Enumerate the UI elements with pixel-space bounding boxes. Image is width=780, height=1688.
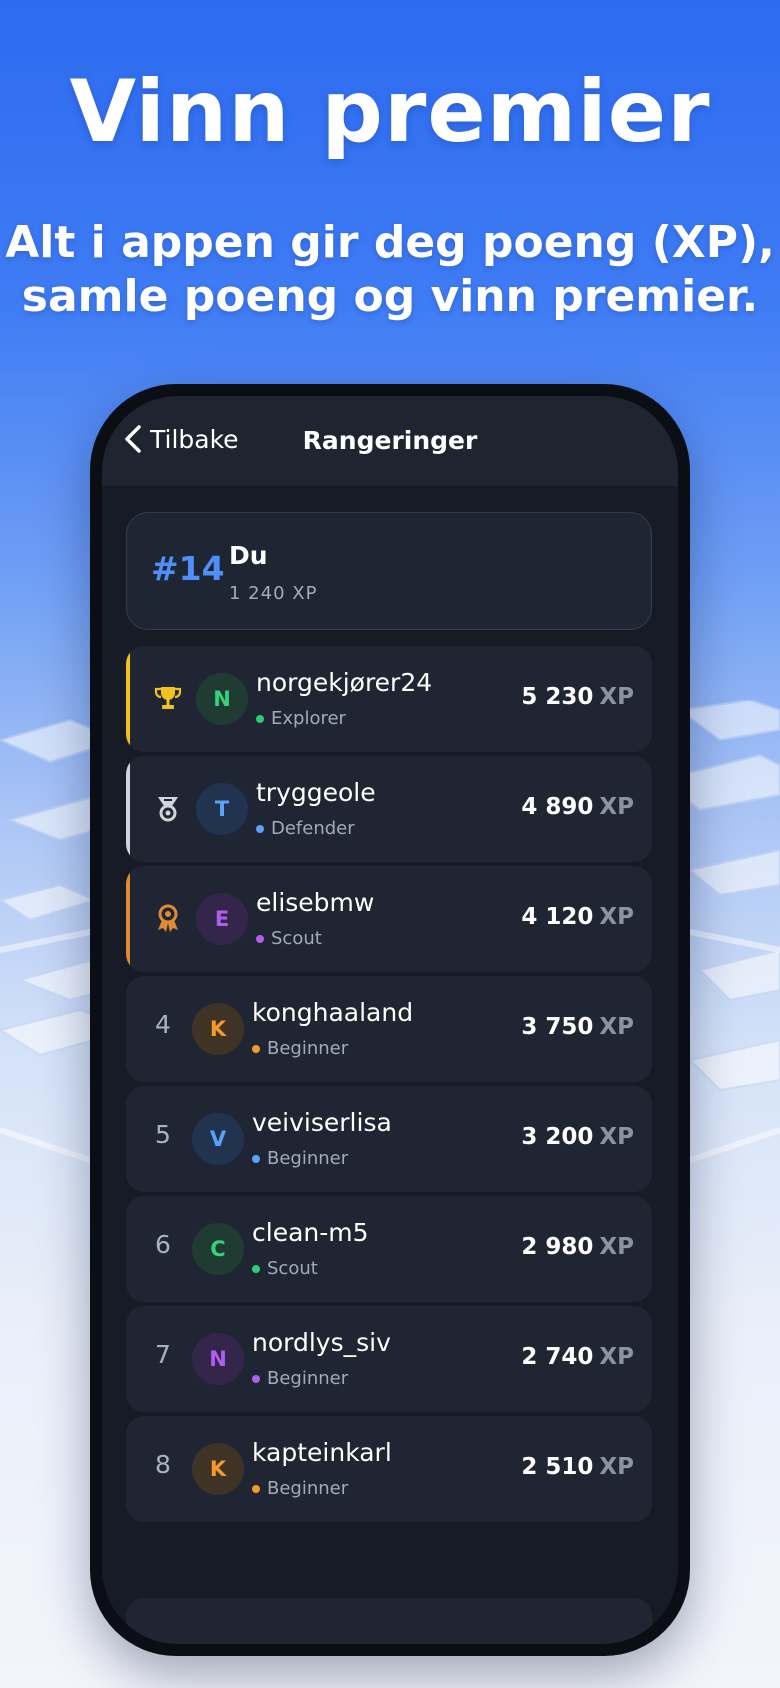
rank-number: 6 <box>155 1230 171 1259</box>
phone-frame: Tilbake Rangeringer #14 Du 1 240 XP Nnor… <box>90 384 690 1656</box>
xp-value: 3 200 <box>521 1124 594 1150</box>
rank-accent-bar <box>126 756 130 862</box>
xp-unit: XP <box>599 1344 634 1370</box>
avatar: K <box>192 1443 244 1495</box>
rank-number: 8 <box>155 1450 171 1479</box>
rank-number: 4 <box>155 1010 171 1039</box>
leaderboard-row[interactable]: 4 Kkonghaaland Beginner 3 750 XP <box>126 976 652 1082</box>
xp-value: 2 510 <box>521 1454 594 1480</box>
xp-score: 2 740 XP <box>521 1344 634 1370</box>
tier-dot-icon <box>252 1044 260 1053</box>
username: elisebmw <box>256 888 375 917</box>
tier-text: Defender <box>271 818 355 839</box>
xp-score: 3 200 XP <box>521 1124 634 1150</box>
tier-dot-icon <box>256 934 264 943</box>
tier-dot-icon <box>252 1154 260 1163</box>
xp-score: 4 120 XP <box>521 904 634 930</box>
leaderboard-row[interactable]: Nnorgekjører24 Explorer 5 230 XP <box>126 646 652 752</box>
hero-title: Vinn premier <box>69 62 711 162</box>
hero-subtitle-line-2: samle poeng og vinn premier. <box>21 271 759 322</box>
leaderboard-row-partial[interactable] <box>126 1598 652 1644</box>
username: nordlys_siv <box>252 1328 391 1357</box>
xp-value: 4 120 <box>521 904 594 930</box>
rank-accent-bar <box>126 646 130 752</box>
xp-unit: XP <box>599 904 634 930</box>
tier-text: Beginner <box>267 1478 349 1499</box>
leaderboard-row[interactable]: 5 Vveiviserlisa Beginner 3 200 XP <box>126 1086 652 1192</box>
xp-value: 5 230 <box>521 684 594 710</box>
leaderboard-row[interactable]: Ttryggeole Defender 4 890 XP <box>126 756 652 862</box>
page-title: Rangeringer <box>302 426 478 455</box>
silver-medal-icon <box>152 792 184 824</box>
leaderboard-row[interactable]: 7 Nnordlys_siv Beginner 2 740 XP <box>126 1306 652 1412</box>
rank-number: 7 <box>155 1340 171 1369</box>
tier-text: Scout <box>271 928 322 949</box>
phone-screen: Tilbake Rangeringer #14 Du 1 240 XP Nnor… <box>102 396 678 1644</box>
leaderboard-row[interactable]: 6 Cclean-m5 Scout 2 980 XP <box>126 1196 652 1302</box>
tier-label: Beginner <box>252 1038 348 1059</box>
avatar: C <box>192 1223 244 1275</box>
username: norgekjører24 <box>256 668 433 697</box>
xp-score: 4 890 XP <box>521 794 634 820</box>
rank-number: 5 <box>155 1120 171 1149</box>
tier-dot-icon <box>252 1484 260 1493</box>
tier-dot-icon <box>256 824 264 833</box>
xp-unit: XP <box>599 1014 634 1040</box>
xp-value: 2 980 <box>521 1234 594 1260</box>
my-rank-card[interactable]: #14 Du 1 240 XP <box>126 512 652 630</box>
tier-text: Beginner <box>267 1148 349 1169</box>
leaderboard-row[interactable]: Eelisebmw Scout 4 120 XP <box>126 866 652 972</box>
bronze-medal-icon <box>152 902 184 934</box>
xp-score: 2 510 XP <box>521 1454 634 1480</box>
xp-unit: XP <box>599 1124 634 1150</box>
hero-subtitle-line-1: Alt i appen gir deg poeng (XP), <box>5 217 775 268</box>
my-rank: #14 <box>151 549 225 588</box>
my-name: Du <box>229 541 268 570</box>
username: clean-m5 <box>252 1218 369 1247</box>
avatar: E <box>196 893 248 945</box>
tier-dot-icon <box>256 714 264 723</box>
xp-value: 4 890 <box>521 794 594 820</box>
leaderboard-row[interactable]: 8 Kkapteinkarl Beginner 2 510 XP <box>126 1416 652 1522</box>
rank-accent-bar <box>126 866 130 972</box>
xp-unit: XP <box>599 1454 634 1480</box>
navigation-bar: Tilbake Rangeringer <box>102 396 678 486</box>
xp-score: 3 750 XP <box>521 1014 634 1040</box>
xp-value: 2 740 <box>521 1344 594 1370</box>
avatar: V <box>192 1113 244 1165</box>
username: kapteinkarl <box>252 1438 392 1467</box>
tier-text: Explorer <box>271 708 346 729</box>
xp-score: 5 230 XP <box>521 684 634 710</box>
avatar: T <box>196 783 248 835</box>
avatar: K <box>192 1003 244 1055</box>
tier-label: Beginner <box>252 1478 348 1499</box>
my-xp: 1 240 XP <box>229 583 318 604</box>
tier-label: Beginner <box>252 1148 348 1169</box>
username: tryggeole <box>256 778 376 807</box>
xp-value: 3 750 <box>521 1014 594 1040</box>
tier-label: Beginner <box>252 1368 348 1389</box>
tier-label: Scout <box>256 928 322 949</box>
hero-subtitle: Alt i appen gir deg poeng (XP), samle po… <box>0 216 780 324</box>
tier-label: Scout <box>252 1258 318 1279</box>
tier-label: Defender <box>256 818 355 839</box>
tier-label: Explorer <box>256 708 346 729</box>
tier-text: Scout <box>267 1258 318 1279</box>
avatar: N <box>196 673 248 725</box>
username: veiviserlisa <box>252 1108 392 1137</box>
xp-unit: XP <box>599 684 634 710</box>
tier-text: Beginner <box>267 1368 349 1389</box>
xp-unit: XP <box>599 794 634 820</box>
tier-dot-icon <box>252 1374 260 1383</box>
avatar: N <box>192 1333 244 1385</box>
username: konghaaland <box>252 998 414 1027</box>
tier-dot-icon <box>252 1264 260 1273</box>
trophy-icon <box>152 682 184 714</box>
xp-score: 2 980 XP <box>521 1234 634 1260</box>
tier-text: Beginner <box>267 1038 349 1059</box>
xp-unit: XP <box>599 1234 634 1260</box>
